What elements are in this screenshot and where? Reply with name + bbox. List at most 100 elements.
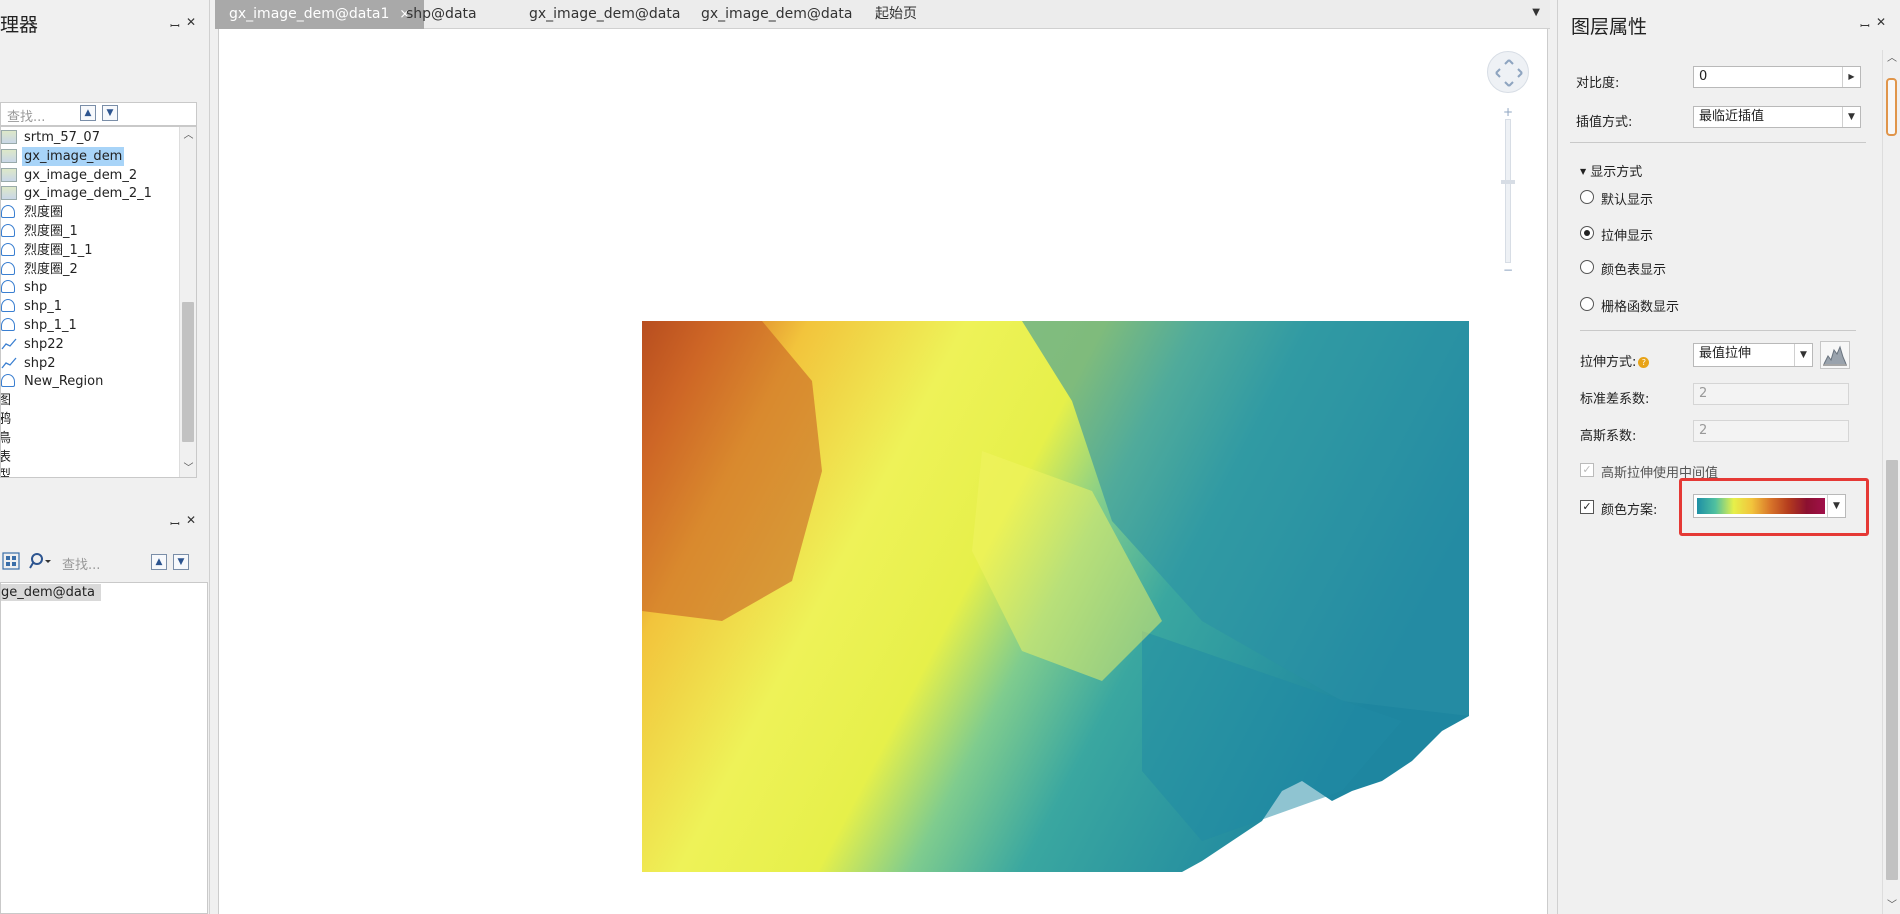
tree-item-dataset[interactable]: ge_dem@data xyxy=(1,584,101,601)
display-radio[interactable] xyxy=(1580,260,1594,274)
region-layer-icon xyxy=(1,280,15,294)
tab-document[interactable]: shp@data xyxy=(392,0,491,29)
scroll-thumb-top[interactable] xyxy=(1886,78,1897,136)
tab-label: gx_image_dem@data xyxy=(529,6,681,22)
region-layer-icon xyxy=(1,261,15,275)
layer-name: gx_image_dem xyxy=(22,146,125,166)
scroll-down-icon[interactable]: ﹀ xyxy=(180,460,196,477)
panel-title: 图层属性 xyxy=(1571,16,1648,38)
layer-name: gx_image_dem_2 xyxy=(24,167,138,183)
layer-search-input[interactable]: 查找... xyxy=(0,102,197,126)
display-option-label[interactable]: 默认显示 xyxy=(1601,189,1653,208)
stretch-select[interactable]: 最值拉伸 ▼ xyxy=(1693,343,1813,367)
raster-layer-icon xyxy=(1,148,17,163)
interp-value: 最临近插值 xyxy=(1699,109,1765,124)
close-icon[interactable]: ✕ xyxy=(1876,15,1886,29)
display-option-label[interactable]: 栅格函数显示 xyxy=(1601,296,1679,315)
display-radio[interactable] xyxy=(1580,297,1594,311)
close-icon[interactable]: ✕ xyxy=(186,15,196,29)
contrast-label: 对比度: xyxy=(1576,76,1620,91)
scroll-up-icon[interactable]: ︿ xyxy=(1883,50,1900,67)
contrast-step-icon[interactable]: ▶ xyxy=(1842,67,1860,87)
region-layer-icon xyxy=(1,374,15,388)
zoom-in-icon[interactable]: + xyxy=(1501,105,1515,119)
scroll-down-icon[interactable]: ﹀ xyxy=(1883,897,1900,914)
interp-label: 插值方式: xyxy=(1576,115,1633,130)
layer-name: srtm_57_07 xyxy=(24,130,100,145)
zoom-out-icon[interactable]: − xyxy=(1501,263,1515,277)
scroll-thumb[interactable] xyxy=(1886,460,1898,880)
display-option-label[interactable]: 拉伸显示 xyxy=(1601,225,1653,244)
layer-name: 烈度圈_1 xyxy=(24,224,78,239)
lower-search-input[interactable]: 查找... xyxy=(56,551,146,575)
layer-name: 烈度圈_1_1 xyxy=(24,242,93,258)
layer-manager-panel: 理器 ꟷ ✕ 查找... ▲ ▼ srtm_57_07 gx_image_dem g… xyxy=(0,0,210,914)
stddev-input[interactable]: 2 xyxy=(1693,383,1849,405)
tab-list-dropdown-icon[interactable]: ▼ xyxy=(1532,7,1540,18)
tab-document[interactable]: gx_image_dem@data xyxy=(687,0,866,29)
lower-search-up-button[interactable]: ▲ xyxy=(151,554,167,570)
zoom-slider-track[interactable] xyxy=(1505,119,1511,263)
stretch-value: 最值拉伸 xyxy=(1699,346,1752,361)
search-up-button[interactable]: ▲ xyxy=(80,105,96,121)
tab-document[interactable]: 起始页 xyxy=(861,0,931,29)
tab-label: gx_image_dem@data xyxy=(701,6,853,22)
interp-select[interactable]: 最临近插值 ▼ xyxy=(1693,106,1861,128)
display-section-title: 显示方式 xyxy=(1590,165,1643,180)
grid-icon[interactable] xyxy=(2,552,20,570)
search-down-button[interactable]: ▼ xyxy=(102,105,118,121)
contrast-input[interactable]: 0 ▶ xyxy=(1693,66,1861,88)
scroll-up-icon[interactable]: ︿ xyxy=(180,127,196,144)
gauss-input[interactable]: 2 xyxy=(1693,420,1849,442)
layer-list-scrollbar[interactable]: ︿ ﹀ xyxy=(179,127,196,477)
zoom-slider-handle[interactable] xyxy=(1501,180,1515,184)
display-radio[interactable] xyxy=(1580,226,1594,240)
panel-title: 理器 xyxy=(0,14,39,36)
stretch-label: 拉伸方式:? xyxy=(1580,351,1650,370)
help-icon[interactable]: ? xyxy=(1638,357,1650,368)
color-scheme-checkbox[interactable]: ✓ xyxy=(1580,500,1594,514)
line-layer-icon xyxy=(1,356,17,370)
lower-search-down-button[interactable]: ▼ xyxy=(173,554,189,570)
layer-name: gx_image_dem_2_1 xyxy=(24,186,152,202)
tab-label: 起始页 xyxy=(875,6,917,22)
tab-document[interactable]: gx_image_dem@data xyxy=(515,0,694,29)
layer-name: New_Region xyxy=(24,374,104,390)
lower-pin-icon[interactable]: ꟷ xyxy=(170,515,180,532)
region-layer-icon xyxy=(1,299,15,313)
layer-group-item[interactable]: 鳥 xyxy=(1,429,11,448)
collapse-icon[interactable]: ▼ xyxy=(1580,167,1586,176)
layer-list: srtm_57_07 gx_image_dem gx_image_dem_2 gx_i… xyxy=(0,126,197,478)
display-option-label[interactable]: 颜色表显示 xyxy=(1601,259,1666,278)
layer-group-item[interactable]: 鸦 xyxy=(1,410,11,429)
layer-properties-panel: 图层属性 ꟷ ✕ 对比度: 0 ▶ 插值方式: 最临近插值 ▼ ▼ 显示方式 默… xyxy=(1557,0,1900,914)
region-layer-icon xyxy=(1,224,15,237)
lower-close-icon[interactable]: ✕ xyxy=(186,513,196,527)
tab-label: shp@data xyxy=(406,6,477,22)
pin-icon[interactable]: ꟷ xyxy=(1860,17,1870,34)
properties-scrollbar[interactable]: ︿ ﹀ xyxy=(1882,50,1900,914)
color-scheme-label: 颜色方案: xyxy=(1601,503,1658,518)
layer-name: shp_1 xyxy=(24,299,63,315)
scroll-thumb[interactable] xyxy=(182,302,194,442)
gauss-mid-checkbox[interactable]: ✓ xyxy=(1580,463,1594,477)
layer-group-item[interactable]: 表 xyxy=(1,448,11,467)
histogram-icon xyxy=(1823,345,1847,366)
highlight-annotation xyxy=(1679,478,1869,536)
workspace-tree: ge_dem@data xyxy=(0,582,208,914)
layer-name: shp22 xyxy=(24,336,64,352)
chevron-down-icon[interactable]: ▼ xyxy=(1842,107,1860,127)
display-section-header[interactable]: ▼ 显示方式 xyxy=(1580,161,1642,180)
layer-group-item[interactable]: 型 xyxy=(1,466,11,477)
display-radio[interactable] xyxy=(1580,190,1594,204)
histogram-button[interactable] xyxy=(1820,341,1850,369)
search-icon[interactable] xyxy=(29,552,53,570)
tab-label: gx_image_dem@data1 xyxy=(229,6,390,22)
pin-icon[interactable]: ꟷ xyxy=(170,17,180,34)
chevron-down-icon[interactable]: ▼ xyxy=(1794,344,1812,366)
layer-name: 烈度圈_2 xyxy=(24,261,78,277)
map-canvas[interactable]: + − xyxy=(218,29,1548,914)
pan-navigation-control[interactable] xyxy=(1487,51,1529,93)
layer-group-item[interactable]: 图 xyxy=(1,391,11,410)
stretch-label-text: 拉伸方式: xyxy=(1580,355,1637,370)
